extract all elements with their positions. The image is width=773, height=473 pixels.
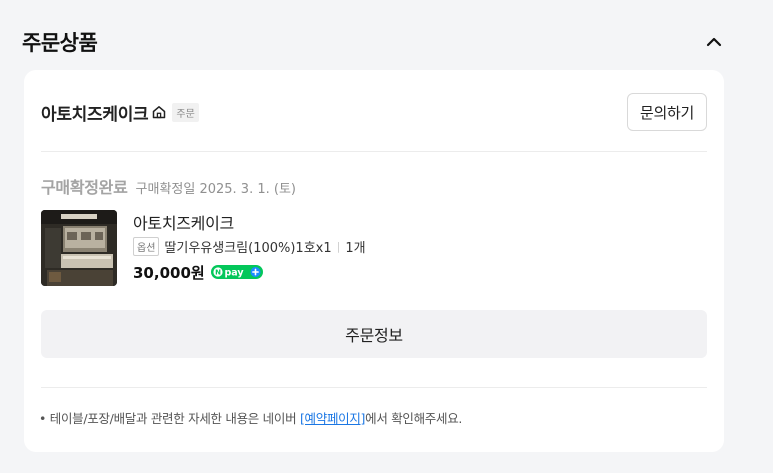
npay-plus-icon: N pay <box>210 265 263 279</box>
option-tag: 옵션 <box>133 236 160 256</box>
section-header: 주문상품 <box>22 28 728 56</box>
notice-bullet: • <box>39 411 47 426</box>
section-title: 주문상품 <box>22 31 98 55</box>
order-status-row: 구매확정완료 구매확정일 2025. 3. 1. (토) <box>41 174 296 198</box>
product-row: 아토치즈케이크 옵션 딸기우유생크림(100%)1호x1 | 1개 30,000… <box>41 210 366 286</box>
option-separator: | <box>336 239 341 253</box>
product-info: 아토치즈케이크 옵션 딸기우유생크림(100%)1호x1 | 1개 30,000… <box>133 210 366 286</box>
divider <box>41 151 707 152</box>
price-row: 30,000원 N pay <box>133 261 366 283</box>
price: 30,000원 <box>133 263 205 282</box>
svg-text:pay: pay <box>224 267 244 278</box>
quantity: 1개 <box>345 240 366 256</box>
collapse-button[interactable] <box>700 28 728 56</box>
home-icon[interactable] <box>151 104 167 120</box>
store-row: 아토치즈케이크 주문 문의하기 <box>41 92 707 132</box>
product-name[interactable]: 아토치즈케이크 <box>133 210 366 233</box>
reservation-page-link[interactable]: [예약페이지] <box>300 411 365 426</box>
option-value: 딸기우유생크림(100%)1호x1 <box>164 240 332 256</box>
inquiry-button[interactable]: 문의하기 <box>626 93 707 131</box>
order-item-card: 아토치즈케이크 주문 문의하기 구매확정완료 구매확정일 2025. 3. 1.… <box>24 70 724 452</box>
order-status: 구매확정완료 <box>41 178 128 197</box>
svg-text:N: N <box>215 269 221 277</box>
order-info-button[interactable]: 주문정보 <box>41 310 707 358</box>
confirm-date: 구매확정일 2025. 3. 1. (토) <box>135 182 296 197</box>
product-thumbnail[interactable] <box>41 210 117 286</box>
store-name[interactable]: 아토치즈케이크 <box>41 100 149 125</box>
notice-text: • 테이블/포장/배달과 관련한 자세한 내용은 네이버 [예약페이지]에서 확… <box>39 408 462 427</box>
notice-prefix: 테이블/포장/배달과 관련한 자세한 내용은 네이버 <box>49 411 300 426</box>
option-row: 옵션 딸기우유생크림(100%)1호x1 | 1개 <box>133 236 366 256</box>
divider <box>41 387 707 388</box>
notice-suffix: 에서 확인해주세요. <box>365 411 463 426</box>
order-tag: 주문 <box>172 102 199 122</box>
chevron-up-icon <box>706 37 722 47</box>
